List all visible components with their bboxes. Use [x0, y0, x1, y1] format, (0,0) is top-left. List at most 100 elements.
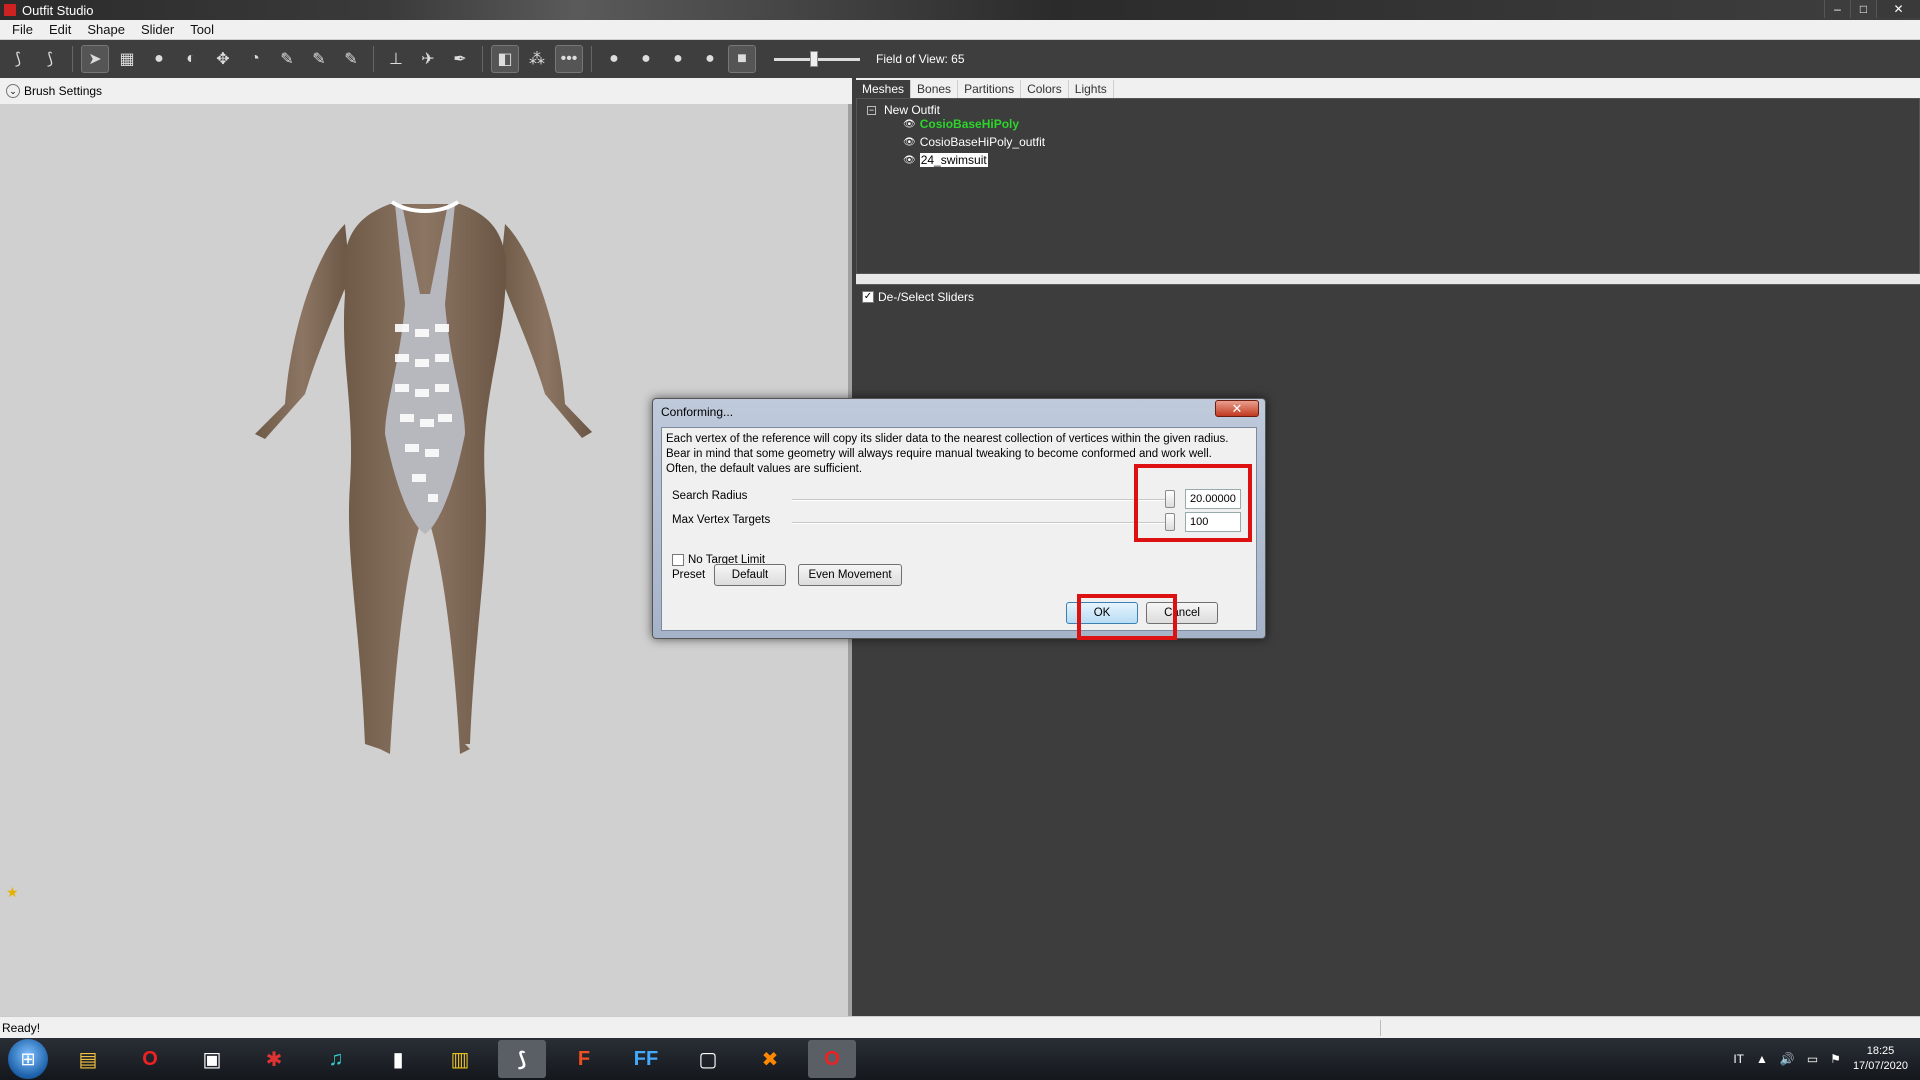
tray-expand-icon[interactable]: ▲ — [1756, 1052, 1768, 1066]
taskbar-apps: ▤ O ▣ ✱ ♫ ▮ ▥ ⟆ F FF ▢ ✖ O — [64, 1040, 856, 1078]
dot-small-icon[interactable]: ● — [600, 45, 628, 73]
clock-time: 18:25 — [1866, 1045, 1895, 1057]
music-icon[interactable]: ♫ — [312, 1040, 360, 1078]
clock-date: 17/07/2020 — [1852, 1060, 1908, 1072]
taskbar: ⊞ ▤ O ▣ ✱ ♫ ▮ ▥ ⟆ F FF ▢ ✖ O IT ▲ 🔊 ▭ ⚑ … — [0, 1038, 1920, 1080]
move-icon[interactable]: ✥ — [209, 45, 237, 73]
ff-app-icon[interactable]: FF — [622, 1040, 670, 1078]
menu-edit[interactable]: Edit — [41, 22, 79, 37]
status-bar: Ready! — [0, 1016, 1920, 1038]
media-icon[interactable]: ▣ — [188, 1040, 236, 1078]
sliders-header: ✓ De-/Select Sliders — [856, 284, 1920, 308]
smooth-icon[interactable]: ◔ — [241, 45, 269, 73]
menu-slider[interactable]: Slider — [133, 22, 182, 37]
menu-file[interactable]: File — [4, 22, 41, 37]
inflate-icon[interactable]: ● — [145, 45, 173, 73]
network-icon[interactable]: ▭ — [1807, 1052, 1818, 1066]
highlight-params-box — [1134, 464, 1252, 542]
dot-large-icon[interactable]: ● — [664, 45, 692, 73]
eye-icon[interactable]: 👁 — [903, 137, 916, 148]
language-indicator[interactable]: IT — [1733, 1052, 1744, 1066]
start-button[interactable]: ⊞ — [8, 1039, 48, 1079]
tab-partitions[interactable]: Partitions — [958, 80, 1022, 98]
maximize-button[interactable]: □ — [1850, 0, 1876, 18]
tab-meshes[interactable]: Meshes — [856, 80, 912, 98]
highlight-ok-box — [1077, 594, 1177, 640]
dialog-title: Conforming... — [661, 405, 734, 419]
pen-icon[interactable]: ✒ — [446, 45, 474, 73]
deflate-icon[interactable]: ◐ — [177, 45, 205, 73]
status-text: Ready! — [2, 1021, 41, 1035]
tab-lights[interactable]: Lights — [1069, 80, 1114, 98]
xform-icon[interactable]: ⊥ — [382, 45, 410, 73]
pin-icon[interactable]: ✈ — [414, 45, 442, 73]
window-app-icon[interactable]: ▢ — [684, 1040, 732, 1078]
color-icon[interactable]: ✎ — [337, 45, 365, 73]
opera-icon[interactable]: O — [126, 1040, 174, 1078]
eye-icon[interactable]: 👁 — [903, 119, 916, 130]
tree-root-item[interactable]: − New Outfit — [867, 103, 940, 117]
select-all-sliders-checkbox[interactable]: ✓ — [862, 290, 874, 303]
tab-colors[interactable]: Colors — [1021, 80, 1069, 98]
brush-settings-header[interactable]: ⌄ Brush Settings — [0, 78, 852, 104]
x-app-icon[interactable]: ✖ — [746, 1040, 794, 1078]
minimize-button[interactable]: – — [1824, 0, 1850, 18]
menu-shape[interactable]: Shape — [79, 22, 133, 37]
opera-red-icon[interactable]: O — [808, 1040, 856, 1078]
dot-xl-icon[interactable]: ● — [696, 45, 724, 73]
mask-icon[interactable]: ▦ — [113, 45, 141, 73]
fov-label: Field of View: 65 — [876, 52, 965, 66]
clock[interactable]: 18:25 17/07/2020 — [1853, 1044, 1908, 1074]
folder-app-icon[interactable]: ▥ — [436, 1040, 484, 1078]
transform-icon[interactable]: ⟆ — [36, 45, 64, 73]
fov-slider[interactable] — [774, 49, 860, 69]
explorer-icon[interactable]: ▤ — [64, 1040, 112, 1078]
preset-label: Preset — [672, 569, 706, 581]
audio-icon[interactable]: ▮ — [374, 1040, 422, 1078]
select-icon[interactable]: ⟆ — [4, 45, 32, 73]
dot-medium-icon[interactable]: ● — [632, 45, 660, 73]
fov-slider-thumb[interactable] — [810, 51, 818, 67]
tool-icon[interactable]: ✱ — [250, 1040, 298, 1078]
menu-tool[interactable]: Tool — [182, 22, 222, 37]
outfit-studio-icon[interactable]: ⟆ — [498, 1040, 546, 1078]
collapse-icon[interactable]: − — [867, 105, 876, 115]
tree-item-reference[interactable]: 👁 CosioBaseHiPoly — [903, 117, 1019, 131]
toolbar-separator — [373, 46, 374, 72]
menu-bar: File Edit Shape Slider Tool — [0, 20, 1920, 40]
tree-item-label: 24_swimsuit — [919, 153, 988, 167]
tree-root-label: New Outfit — [884, 103, 941, 117]
undiff-icon[interactable]: ✎ — [273, 45, 301, 73]
connected-icon[interactable]: ⁂ — [523, 45, 551, 73]
mirror-icon[interactable]: ◧ — [491, 45, 519, 73]
tree-item-label: CosioBaseHiPoly_outfit — [919, 135, 1046, 149]
status-divider — [1380, 1020, 1381, 1036]
cursor-icon[interactable]: ➤ — [81, 45, 109, 73]
flag-icon[interactable]: ⚑ — [1830, 1052, 1841, 1066]
close-window-button[interactable]: ✕ — [1876, 0, 1920, 18]
no-target-limit-checkbox[interactable] — [672, 554, 684, 566]
eye-icon[interactable]: 👁 — [903, 155, 916, 166]
brush-settings-label: Brush Settings — [24, 84, 103, 98]
f-app-icon[interactable]: F — [560, 1040, 608, 1078]
sliders-header-label: De-/Select Sliders — [878, 289, 975, 304]
search-radius-track — [792, 499, 1168, 501]
weight-icon[interactable]: ✎ — [305, 45, 333, 73]
cube-icon[interactable]: ■ — [728, 45, 756, 73]
volume-icon[interactable]: 🔊 — [1780, 1052, 1795, 1066]
symmetry-icon[interactable]: ••• — [555, 45, 583, 73]
toolbar: ⟆ ⟆ ➤ ▦ ● ◐ ✥ ◔ ✎ ✎ ✎ ⊥ ✈ ✒ ◧ ⁂ ••• ● ● … — [0, 40, 1920, 78]
preset-even-movement-button[interactable]: Even Movement — [798, 564, 902, 586]
window-title: Outfit Studio — [22, 2, 94, 18]
max-vertex-targets-label: Max Vertex Targets — [672, 514, 771, 526]
app-icon — [4, 4, 16, 16]
panel-splitter[interactable] — [856, 274, 1920, 284]
dialog-close-button[interactable]: ✕ — [1215, 400, 1259, 417]
toolbar-separator — [482, 46, 483, 72]
tab-bones[interactable]: Bones — [911, 80, 959, 98]
tree-item-swimsuit[interactable]: 👁 24_swimsuit — [903, 153, 988, 167]
chevron-down-icon[interactable]: ⌄ — [6, 84, 20, 98]
preset-default-button[interactable]: Default — [714, 564, 786, 586]
tree-item-outfit[interactable]: 👁 CosioBaseHiPoly_outfit — [903, 135, 1045, 149]
window-controls: – □ ✕ — [1824, 0, 1920, 18]
